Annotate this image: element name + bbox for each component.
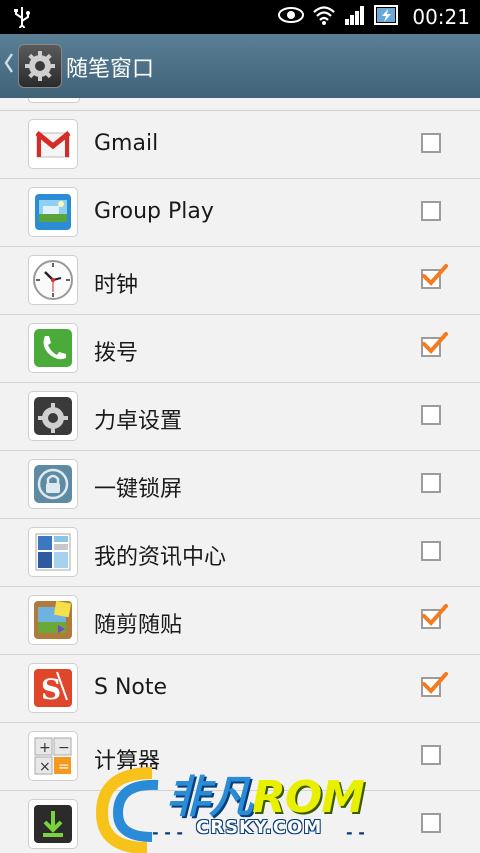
- checkbox-s-note[interactable]: [421, 672, 448, 697]
- list-item-label: 随剪随贴: [94, 613, 183, 638]
- list-item-label: 拨号: [94, 341, 139, 366]
- list-item-calculator[interactable]: + − × = 计算器: [0, 723, 480, 791]
- svg-text:×: ×: [39, 759, 51, 775]
- checkbox-gmail[interactable]: [421, 133, 441, 153]
- app-list: Gmail Group Play 时钟 拨号 力卓设置 一键锁屏 我的资讯中心 …: [0, 98, 480, 853]
- checkmark-icon: [422, 672, 448, 694]
- settings-gear-icon: [28, 391, 78, 441]
- checkmark-icon: [422, 264, 448, 286]
- list-item-scrapbook[interactable]: 随剪随贴: [0, 587, 480, 655]
- lock-icon: [28, 459, 78, 509]
- svg-text:=: =: [58, 759, 70, 775]
- list-item-label: 一键锁屏: [94, 477, 183, 502]
- calculator-icon: + − × =: [28, 731, 78, 781]
- checkbox-dialer[interactable]: [421, 332, 448, 357]
- checkbox-calculator[interactable]: [421, 745, 441, 765]
- eye-icon: [278, 7, 305, 27]
- scrapbook-icon: [28, 595, 78, 645]
- checkbox-news-center[interactable]: [421, 541, 441, 561]
- back-chevron-icon[interactable]: [4, 52, 14, 80]
- checkbox-scrapbook[interactable]: [421, 604, 448, 629]
- list-item-label: 时钟: [94, 273, 139, 298]
- list-item-lock-screen[interactable]: 一键锁屏: [0, 451, 480, 519]
- list-item-news-center[interactable]: 我的资讯中心: [0, 519, 480, 587]
- status-bar: 00:21: [0, 0, 480, 34]
- list-item-s-note[interactable]: S S Note: [0, 655, 480, 723]
- checkmark-icon: [422, 604, 448, 626]
- list-item-label: 我的资讯中心: [94, 545, 227, 570]
- checkbox-group-play[interactable]: [421, 201, 441, 221]
- phone-icon: [28, 323, 78, 373]
- list-item-settings[interactable]: 力卓设置: [0, 383, 480, 451]
- checkbox-clock[interactable]: [421, 264, 448, 289]
- list-item-label: S Note: [94, 675, 168, 700]
- list-item-group-play[interactable]: Group Play: [0, 179, 480, 247]
- page-title: 随笔窗口: [66, 57, 155, 82]
- wifi-icon: [312, 4, 336, 30]
- checkbox-settings[interactable]: [421, 405, 441, 425]
- list-item-download[interactable]: [0, 791, 480, 853]
- list-item-label: 计算器: [94, 749, 161, 774]
- download-icon: [28, 799, 78, 849]
- news-icon: [28, 527, 78, 577]
- list-top-partial-row: [0, 98, 480, 111]
- signal-icon: [344, 5, 366, 29]
- group-play-icon: [28, 187, 78, 237]
- clock-icon: [28, 255, 78, 305]
- list-item-label: Gmail: [94, 131, 159, 156]
- list-item-dialer[interactable]: 拨号: [0, 315, 480, 383]
- checkmark-icon: [422, 332, 448, 354]
- list-item-clock[interactable]: 时钟: [0, 247, 480, 315]
- s-note-icon: S: [28, 663, 78, 713]
- checkbox-lock-screen[interactable]: [421, 473, 441, 493]
- checkbox-download[interactable]: [421, 813, 441, 833]
- usb-icon: [12, 6, 32, 32]
- list-item-label: 力卓设置: [94, 409, 183, 434]
- settings-gear-icon[interactable]: [18, 44, 62, 88]
- list-item-label: Group Play: [94, 199, 214, 224]
- status-clock: 00:21: [412, 5, 470, 29]
- svg-text:+: +: [39, 740, 51, 756]
- battery-charging-icon: [374, 4, 400, 30]
- svg-text:−: −: [58, 740, 70, 756]
- list-item-gmail[interactable]: Gmail: [0, 111, 480, 179]
- action-bar: 随笔窗口: [0, 34, 480, 98]
- gmail-icon: [28, 119, 78, 169]
